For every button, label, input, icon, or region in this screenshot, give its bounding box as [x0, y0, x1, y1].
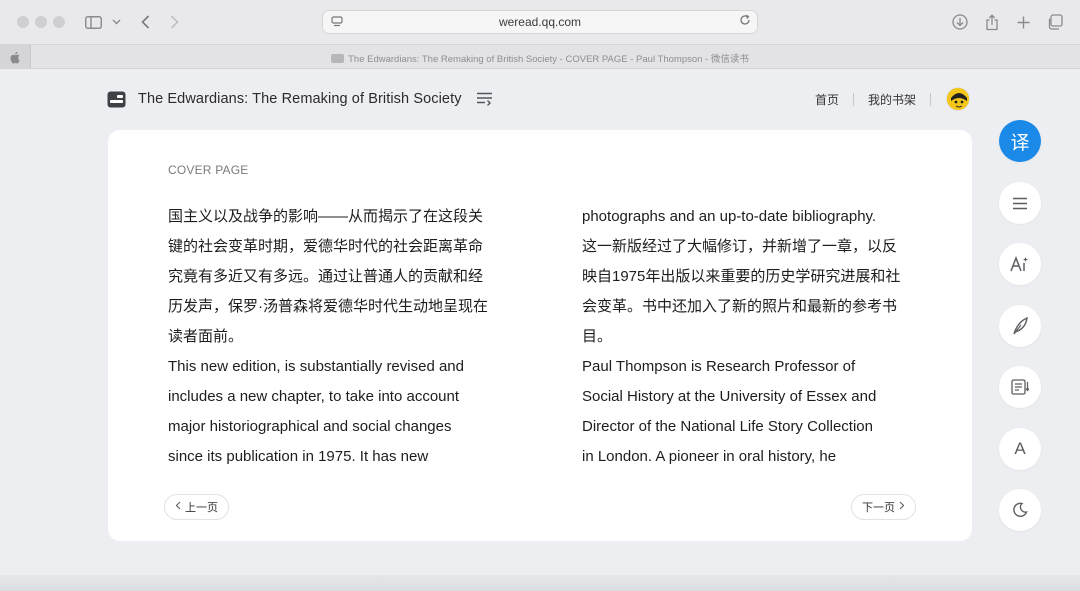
right-page-column: photographs and an up-to-date bibliograp… [582, 202, 922, 472]
text-line: 这一新版经过了大幅修订，并新增了一章，以反 [582, 238, 898, 255]
chevron-down-icon[interactable] [105, 11, 127, 33]
ai-text-icon [1010, 256, 1028, 272]
text-line: Social History at the University of Esse… [582, 388, 877, 405]
contents-button[interactable] [999, 182, 1041, 224]
translate-button[interactable]: 译 [999, 120, 1041, 162]
avatar[interactable] [946, 87, 970, 111]
active-tab[interactable]: The Edwardians: The Remaking of British … [0, 51, 1080, 65]
tab-overview-icon[interactable] [1044, 11, 1066, 33]
feather-icon [1013, 317, 1028, 335]
reader-card: COVER PAGE 国主义以及战争的影响——从而揭示了在这段关 键的社会变革时… [108, 130, 972, 541]
text-line: includes a new chapter, to take into acc… [168, 388, 460, 405]
back-icon[interactable] [134, 11, 156, 33]
chevron-right-icon [899, 501, 905, 513]
tab-favicon [331, 54, 345, 63]
next-page-label: 下一页 [862, 502, 895, 514]
url-text: weread.qq.com [498, 15, 582, 29]
top-nav: 首页 我的书架 [815, 91, 945, 108]
minimize-window-button[interactable] [35, 16, 47, 28]
text-line: Director of the National Life Story Coll… [582, 418, 873, 435]
page-bottom-edge [0, 575, 1080, 591]
close-window-button[interactable] [17, 16, 29, 28]
text-line: in London. A pioneer in oral history, he [582, 448, 837, 465]
chevron-left-icon [175, 501, 181, 513]
share-icon[interactable] [981, 11, 1003, 33]
reload-icon[interactable] [739, 14, 751, 29]
bookshelf-link[interactable]: 我的书架 [868, 91, 916, 108]
zoom-window-button[interactable] [53, 16, 65, 28]
prev-page-button[interactable]: 上一页 [164, 494, 229, 520]
review-button[interactable] [999, 366, 1041, 408]
text-line: major historiographical and social chang… [168, 418, 452, 435]
tab-title-text: The Edwardians: The Remaking of British … [348, 54, 749, 65]
download-icon[interactable] [949, 11, 971, 33]
text-line: 键的社会变革时期，爱德华时代的社会距离革命 [168, 238, 484, 255]
forward-icon[interactable] [163, 11, 185, 33]
text-line: 目。 [582, 328, 613, 345]
home-link[interactable]: 首页 [815, 91, 839, 108]
book-logo-icon[interactable] [107, 91, 126, 108]
sidebar-toggle-icon[interactable] [82, 11, 104, 33]
left-page-column: 国主义以及战争的影响——从而揭示了在这段关 键的社会变革时期，爱德华时代的社会距… [168, 202, 508, 472]
text-line: since its publication in 1975. It has ne… [168, 448, 429, 465]
text-line: photographs and an up-to-date bibliograp… [582, 208, 877, 225]
text-line: 读者面前。 [168, 328, 244, 345]
font-settings-button[interactable]: A [999, 428, 1041, 470]
table-of-contents-icon[interactable] [476, 92, 493, 106]
nav-divider [853, 93, 855, 106]
prev-page-label: 上一页 [185, 502, 218, 514]
book-title[interactable]: The Edwardians: The Remaking of British … [138, 91, 462, 107]
text-line: This new edition, is substantially revis… [168, 358, 464, 375]
text-line: 国主义以及战争的影响——从而揭示了在这段关 [168, 208, 484, 225]
text-line: 历发声，保罗·汤普森将爱德华时代生动地呈现在 [168, 298, 488, 315]
new-tab-icon[interactable] [1012, 11, 1034, 33]
address-bar[interactable]: weread.qq.com [322, 10, 758, 34]
tab-bar: The Edwardians: The Remaking of British … [0, 44, 1080, 69]
text-line: 映自1975年出版以来重要的历史学研究进展和社 [582, 268, 901, 285]
dark-mode-button[interactable] [999, 489, 1041, 531]
text-line: 究竟有多近又有多远。通过让普通人的贡献和经 [168, 268, 484, 285]
chapter-label: COVER PAGE [168, 163, 249, 177]
book-header: The Edwardians: The Remaking of British … [107, 88, 493, 110]
font-icon: A [1014, 439, 1026, 458]
note-list-icon [1011, 379, 1029, 395]
browser-toolbar: weread.qq.com [0, 0, 1080, 44]
translate-icon: 译 [1010, 132, 1030, 154]
menu-icon [1013, 197, 1027, 209]
nav-divider [930, 93, 932, 106]
notes-button[interactable] [999, 305, 1041, 347]
text-line: 会变革。书中还加入了新的照片和最新的参考书 [582, 298, 898, 315]
text-line: Paul Thompson is Research Professor of [582, 358, 856, 375]
next-page-button[interactable]: 下一页 [851, 494, 916, 520]
moon-icon [1013, 502, 1028, 517]
ai-button[interactable] [999, 243, 1041, 285]
